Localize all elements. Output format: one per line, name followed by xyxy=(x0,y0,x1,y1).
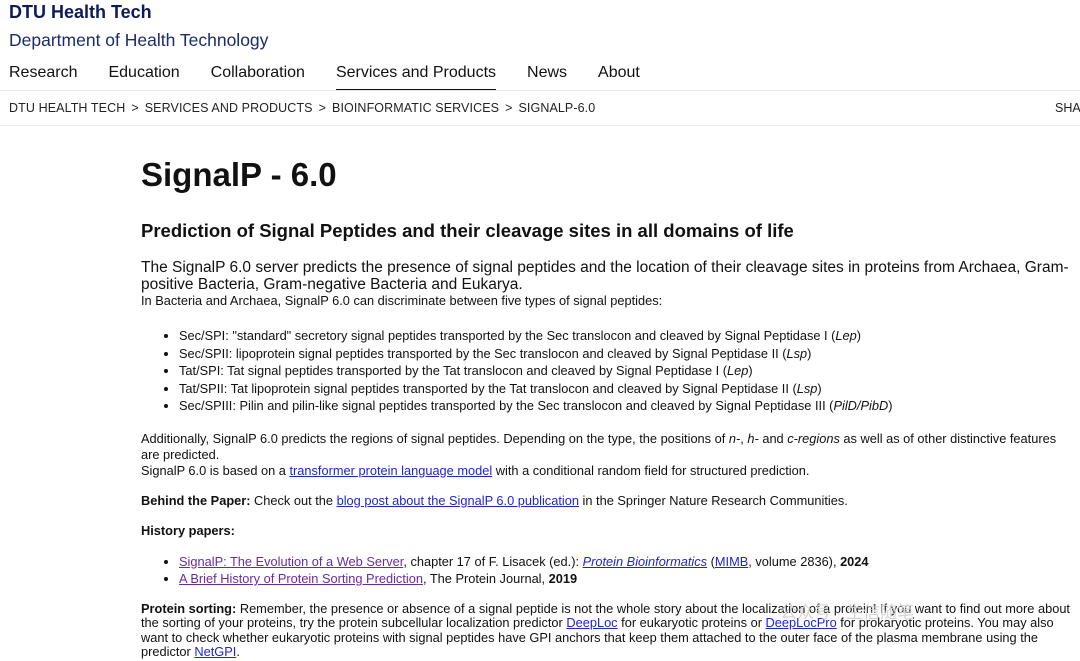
list-item: SignalP: The Evolution of a Web Server, … xyxy=(179,553,1071,571)
main-nav: Research Education Collaboration Service… xyxy=(9,63,671,91)
list-item: Sec/SPIII: Pilin and pilin-like signal p… xyxy=(179,397,1071,415)
text-span: with a conditional random field for stru… xyxy=(492,462,810,478)
list-item-text: Sec/SPII: lipoprotein signal peptides tr… xyxy=(179,345,787,361)
nav-item-services-and-products[interactable]: Services and Products xyxy=(335,63,497,91)
sorting-label: Protein sorting: xyxy=(141,600,237,616)
lead-paragraph: The SignalP 6.0 server predicts the pres… xyxy=(141,259,1069,293)
signal-peptide-types-list: Sec/SPI: "standard" secretory signal pep… xyxy=(141,327,1071,415)
breadcrumb-item-current: SIGNALP-6.0 xyxy=(518,101,596,115)
list-item: Sec/SPII: lipoprotein signal peptides tr… xyxy=(179,345,1071,363)
netgpi-link[interactable]: NetGPI xyxy=(194,644,236,659)
text-span: SignalP 6.0 is based on a xyxy=(141,462,290,478)
history-heading: History papers: xyxy=(141,522,235,538)
list-item-end: ) xyxy=(817,380,822,396)
text-span: , volume 2836), xyxy=(748,553,841,569)
additionally-paragraph: Additionally, SignalP 6.0 predicts the r… xyxy=(141,431,1071,463)
list-item-italic: Lsp xyxy=(796,380,818,396)
nav-item-collaboration[interactable]: Collaboration xyxy=(211,63,305,91)
protein-sorting-paragraph: Protein sorting: Remember, the presence … xyxy=(141,600,1071,660)
behind-label: Behind the Paper: xyxy=(141,492,251,508)
list-item-text: Sec/SPI: "standard" secretory signal pep… xyxy=(179,328,836,343)
breadcrumb-separator: > xyxy=(505,101,513,115)
nav-item-education[interactable]: Education xyxy=(108,63,179,91)
year: 2019 xyxy=(548,571,578,586)
page-subtitle: Prediction of Signal Peptides and their … xyxy=(141,220,794,241)
text-span: Check out the xyxy=(250,492,337,508)
list-item-end: ) xyxy=(856,328,862,343)
italic-term: n- xyxy=(728,430,741,446)
brief-history-link[interactable]: A Brief History of Protein Sorting Predi… xyxy=(179,571,423,586)
text-span: and xyxy=(758,430,788,446)
list-item-text: Tat/SPI: Tat signal peptides transported… xyxy=(179,363,727,378)
breadcrumb-item-bioinformatic-services[interactable]: BIOINFORMATIC SERVICES xyxy=(332,101,499,115)
list-item-end: ) xyxy=(807,345,812,361)
brand-header: DTU Health Tech Department of Health Tec… xyxy=(9,2,268,50)
list-item-italic: Lep xyxy=(835,328,857,343)
share-button[interactable]: SHA xyxy=(1055,101,1080,115)
list-item-end: ) xyxy=(888,398,893,413)
list-item: Sec/SPI: "standard" secretory signal pep… xyxy=(179,327,1071,345)
protein-bioinformatics-link[interactable]: Protein Bioinformatics xyxy=(583,554,707,569)
breadcrumb-divider xyxy=(0,125,1080,126)
list-item-italic: Lsp xyxy=(786,345,808,361)
text-span: Additionally, SignalP 6.0 predicts the r… xyxy=(141,430,729,446)
list-item-italic: Lep xyxy=(727,363,749,378)
breadcrumb-item-dtu-health-tech[interactable]: DTU HEALTH TECH xyxy=(9,101,125,115)
behind-the-paper-paragraph: Behind the Paper: Check out the blog pos… xyxy=(141,493,1071,509)
nav-item-about[interactable]: About xyxy=(598,63,640,91)
text-span: , The Protein Journal, xyxy=(422,571,549,586)
intro-paragraph: In Bacteria and Archaea, SignalP 6.0 can… xyxy=(141,293,663,308)
list-item: Tat/SPI: Tat signal peptides transported… xyxy=(179,362,1071,380)
list-item-end: ) xyxy=(748,363,753,378)
text-span: ( xyxy=(707,553,715,569)
breadcrumb-item-services-and-products[interactable]: SERVICES AND PRODUCTS xyxy=(145,101,313,115)
transformer-model-link[interactable]: transformer protein language model xyxy=(289,463,492,478)
text-span: for eukaryotic proteins or xyxy=(617,615,766,630)
brand-subtitle[interactable]: Department of Health Technology xyxy=(9,30,268,50)
history-papers-list: SignalP: The Evolution of a Web Server, … xyxy=(141,553,1071,588)
list-item: A Brief History of Protein Sorting Predi… xyxy=(179,570,1071,588)
page-title: SignalP - 6.0 xyxy=(141,156,337,193)
year: 2024 xyxy=(840,553,869,569)
list-item-italic: PilD/PibD xyxy=(833,398,889,413)
watermark: 公众号 · 生信随笔 xyxy=(780,603,915,622)
text-span: . xyxy=(236,644,240,659)
italic-term: c-regions xyxy=(787,430,840,446)
evolution-web-server-link[interactable]: SignalP: The Evolution of a Web Server xyxy=(179,554,403,569)
list-item-text: Tat/SPII: Tat lipoprotein signal peptide… xyxy=(179,380,797,396)
deeploc-link[interactable]: DeepLoc xyxy=(566,615,617,630)
breadcrumb-separator: > xyxy=(318,101,327,115)
main-content: SignalP - 6.0 Prediction of Signal Pepti… xyxy=(141,155,1071,660)
nav-item-research[interactable]: Research xyxy=(9,63,77,91)
italic-term: h- xyxy=(747,430,759,446)
nav-divider xyxy=(0,90,1080,91)
list-item-text: Sec/SPIII: Pilin and pilin-like signal p… xyxy=(179,398,834,413)
blog-post-link[interactable]: blog post about the SignalP 6.0 publicat… xyxy=(337,493,579,508)
text-span: , chapter 17 of F. Lisacek (ed.): xyxy=(403,553,583,569)
breadcrumb: DTU HEALTH TECH > SERVICES AND PRODUCTS > BI… xyxy=(9,101,595,115)
protein-bioinformatics-link-text: Protein Bioinformatics xyxy=(582,553,708,569)
nav-item-news[interactable]: News xyxy=(527,63,567,91)
based-on-paragraph: SignalP 6.0 is based on a transformer pr… xyxy=(141,463,1071,479)
brand-title[interactable]: DTU Health Tech xyxy=(9,2,268,22)
list-item: Tat/SPII: Tat lipoprotein signal peptide… xyxy=(179,380,1071,398)
breadcrumb-separator: > xyxy=(131,101,139,115)
mimb-link[interactable]: MIMB xyxy=(715,554,748,569)
text-span: in the Springer Nature Research Communit… xyxy=(578,492,848,508)
